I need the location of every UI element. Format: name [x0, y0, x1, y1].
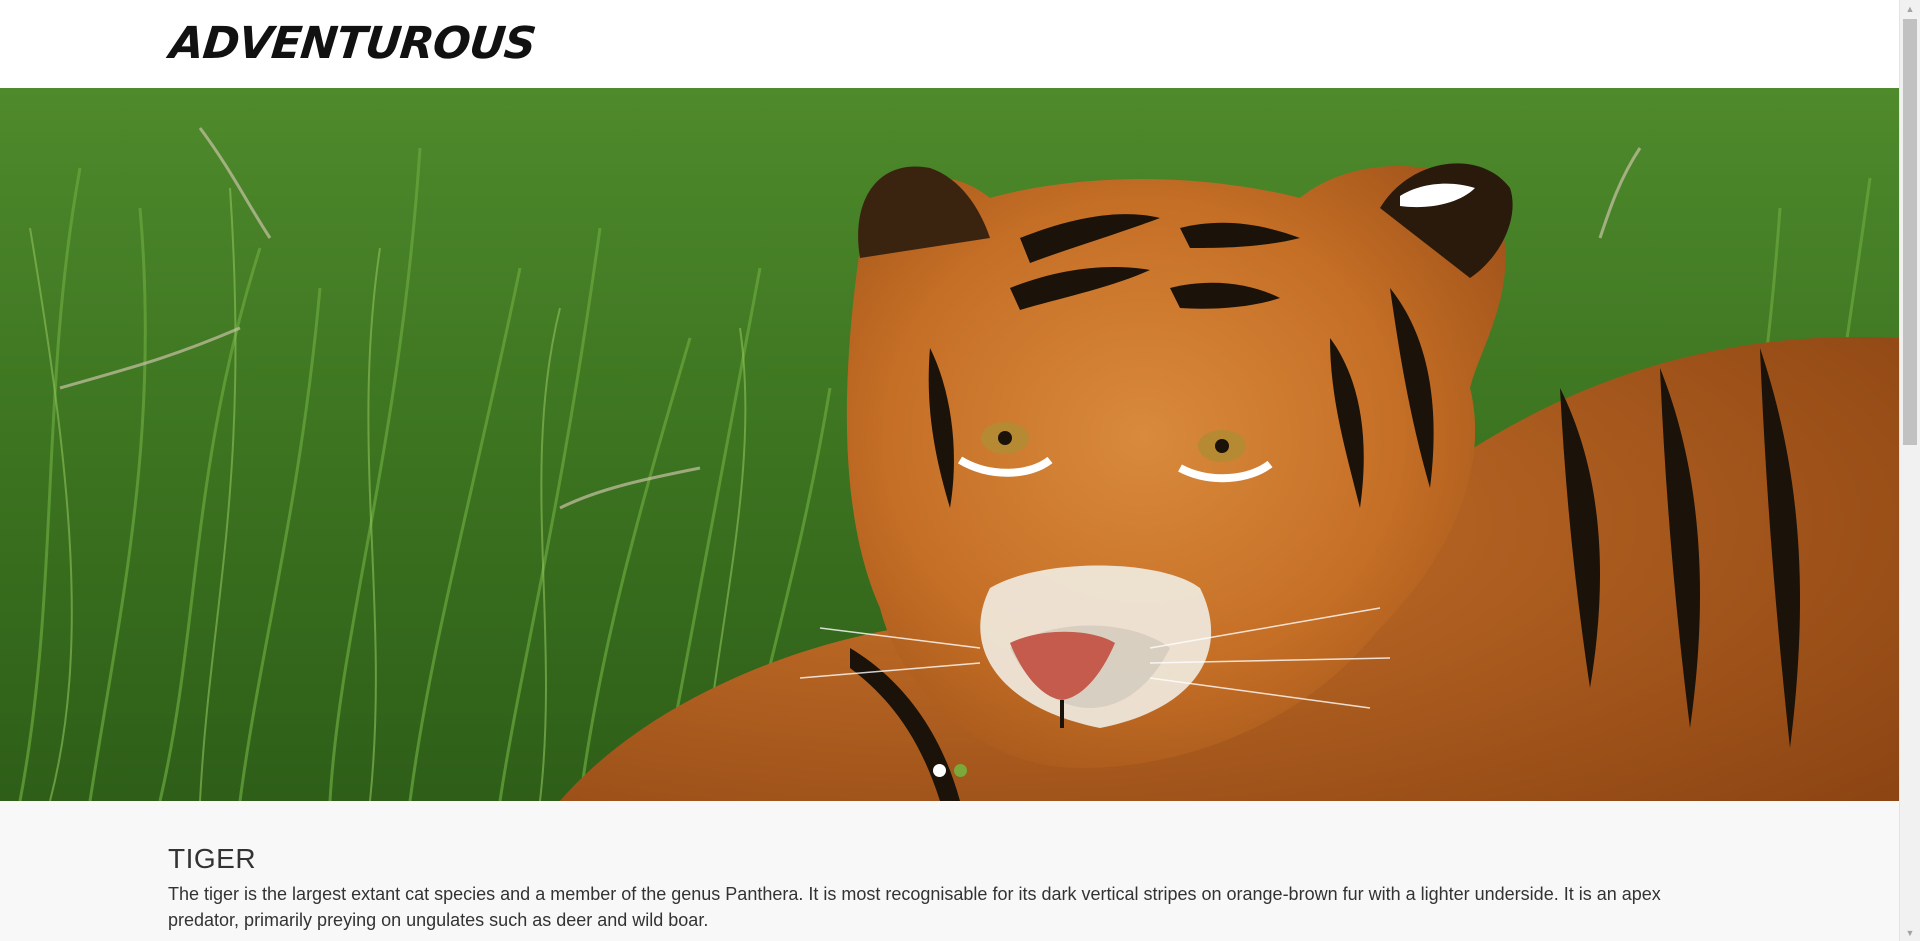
vertical-scrollbar[interactable]: ▲ ▼: [1899, 0, 1920, 941]
slide-dot-2[interactable]: [953, 764, 967, 777]
site-logo[interactable]: ADVENTUROUS: [167, 16, 538, 72]
content-section: TIGER The tiger is the largest extant ca…: [0, 801, 1899, 941]
hero-image: [0, 88, 1899, 801]
scroll-down-icon[interactable]: ▼: [1900, 924, 1920, 941]
slider-pagination: [0, 764, 1899, 777]
slide-dot-1[interactable]: [932, 764, 946, 777]
article-body: The tiger is the largest extant cat spec…: [168, 884, 1661, 930]
site-header: ADVENTUROUS: [0, 0, 1899, 88]
scroll-up-icon[interactable]: ▲: [1900, 0, 1920, 17]
hero-slider[interactable]: [0, 88, 1899, 801]
page: ADVENTUROUS TIGER The tiger is the large…: [0, 0, 1899, 941]
article-title: TIGER: [168, 843, 257, 874]
scrollbar-thumb[interactable]: [1903, 19, 1917, 445]
